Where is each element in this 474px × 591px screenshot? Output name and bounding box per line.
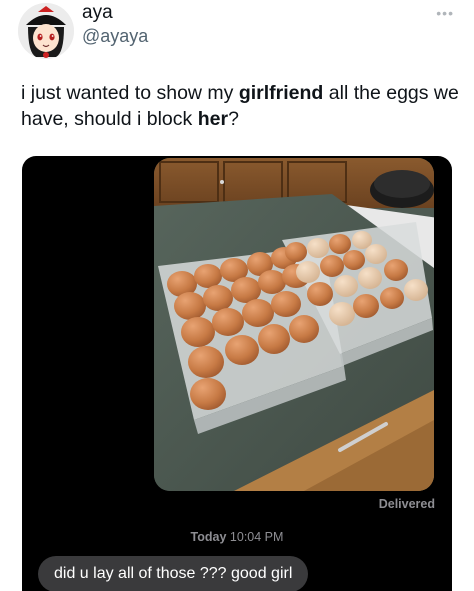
user-handle[interactable]: @ayaya [82, 26, 148, 47]
tweet-text-bold: her [197, 108, 229, 130]
eggs-photo[interactable] [154, 158, 434, 491]
tweet-text-part: ? [228, 108, 239, 130]
avatar[interactable] [18, 3, 74, 59]
ellipsis-icon[interactable]: ••• [436, 5, 454, 21]
imessage-screenshot[interactable]: Delivered Today 10:04 PM did u lay all o… [22, 156, 452, 591]
display-name[interactable]: aya [82, 2, 113, 24]
tweet: aya @ayaya ••• i just wanted to show my … [0, 0, 474, 591]
tweet-text: i just wanted to show my girlfriend all … [21, 80, 461, 132]
tweet-text-part: i just wanted to show my [21, 82, 239, 104]
delivered-status: Delivered [378, 497, 435, 511]
incoming-message-bubble[interactable]: did u lay all of those ??? good girl [38, 556, 309, 591]
timestamp-day: Today [190, 530, 227, 544]
tweet-text-bold: girlfriend [238, 82, 324, 104]
timestamp-time: 10:04 PM [229, 530, 284, 544]
message-timestamp: Today 10:04 PM [22, 530, 452, 544]
